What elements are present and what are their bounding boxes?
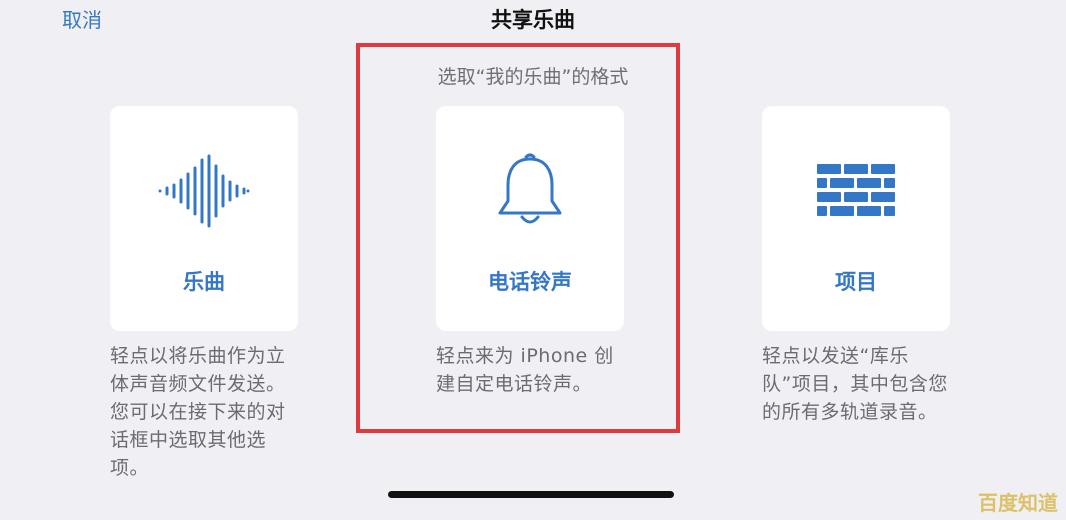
bricks-icon (762, 146, 950, 236)
option-song-description: 轻点以将乐曲作为立体声音频文件发送。您可以在接下来的对话框中选取其他选项。 (110, 345, 286, 479)
option-song-label: 乐曲 (183, 270, 225, 294)
option-ringtone-label: 电话铃声 (488, 270, 572, 294)
option-project-label: 项目 (835, 270, 877, 294)
option-ringtone-description: 轻点来为 iPhone 创建自定电话铃声。 (436, 345, 614, 395)
home-indicator[interactable] (388, 491, 674, 498)
option-project-description: 轻点以发送“库乐队”项目，其中包含您的所有多轨道录音。 (762, 345, 948, 423)
option-ringtone-card[interactable]: 电话铃声 (436, 106, 624, 331)
watermark-logo: 百度知道 (978, 491, 1058, 515)
waveform-icon (110, 146, 298, 236)
bell-icon (436, 146, 624, 236)
option-song-card[interactable]: 乐曲 (110, 106, 298, 331)
page-title: 共享乐曲 (491, 8, 575, 32)
option-project-card[interactable]: 项目 (762, 106, 950, 331)
